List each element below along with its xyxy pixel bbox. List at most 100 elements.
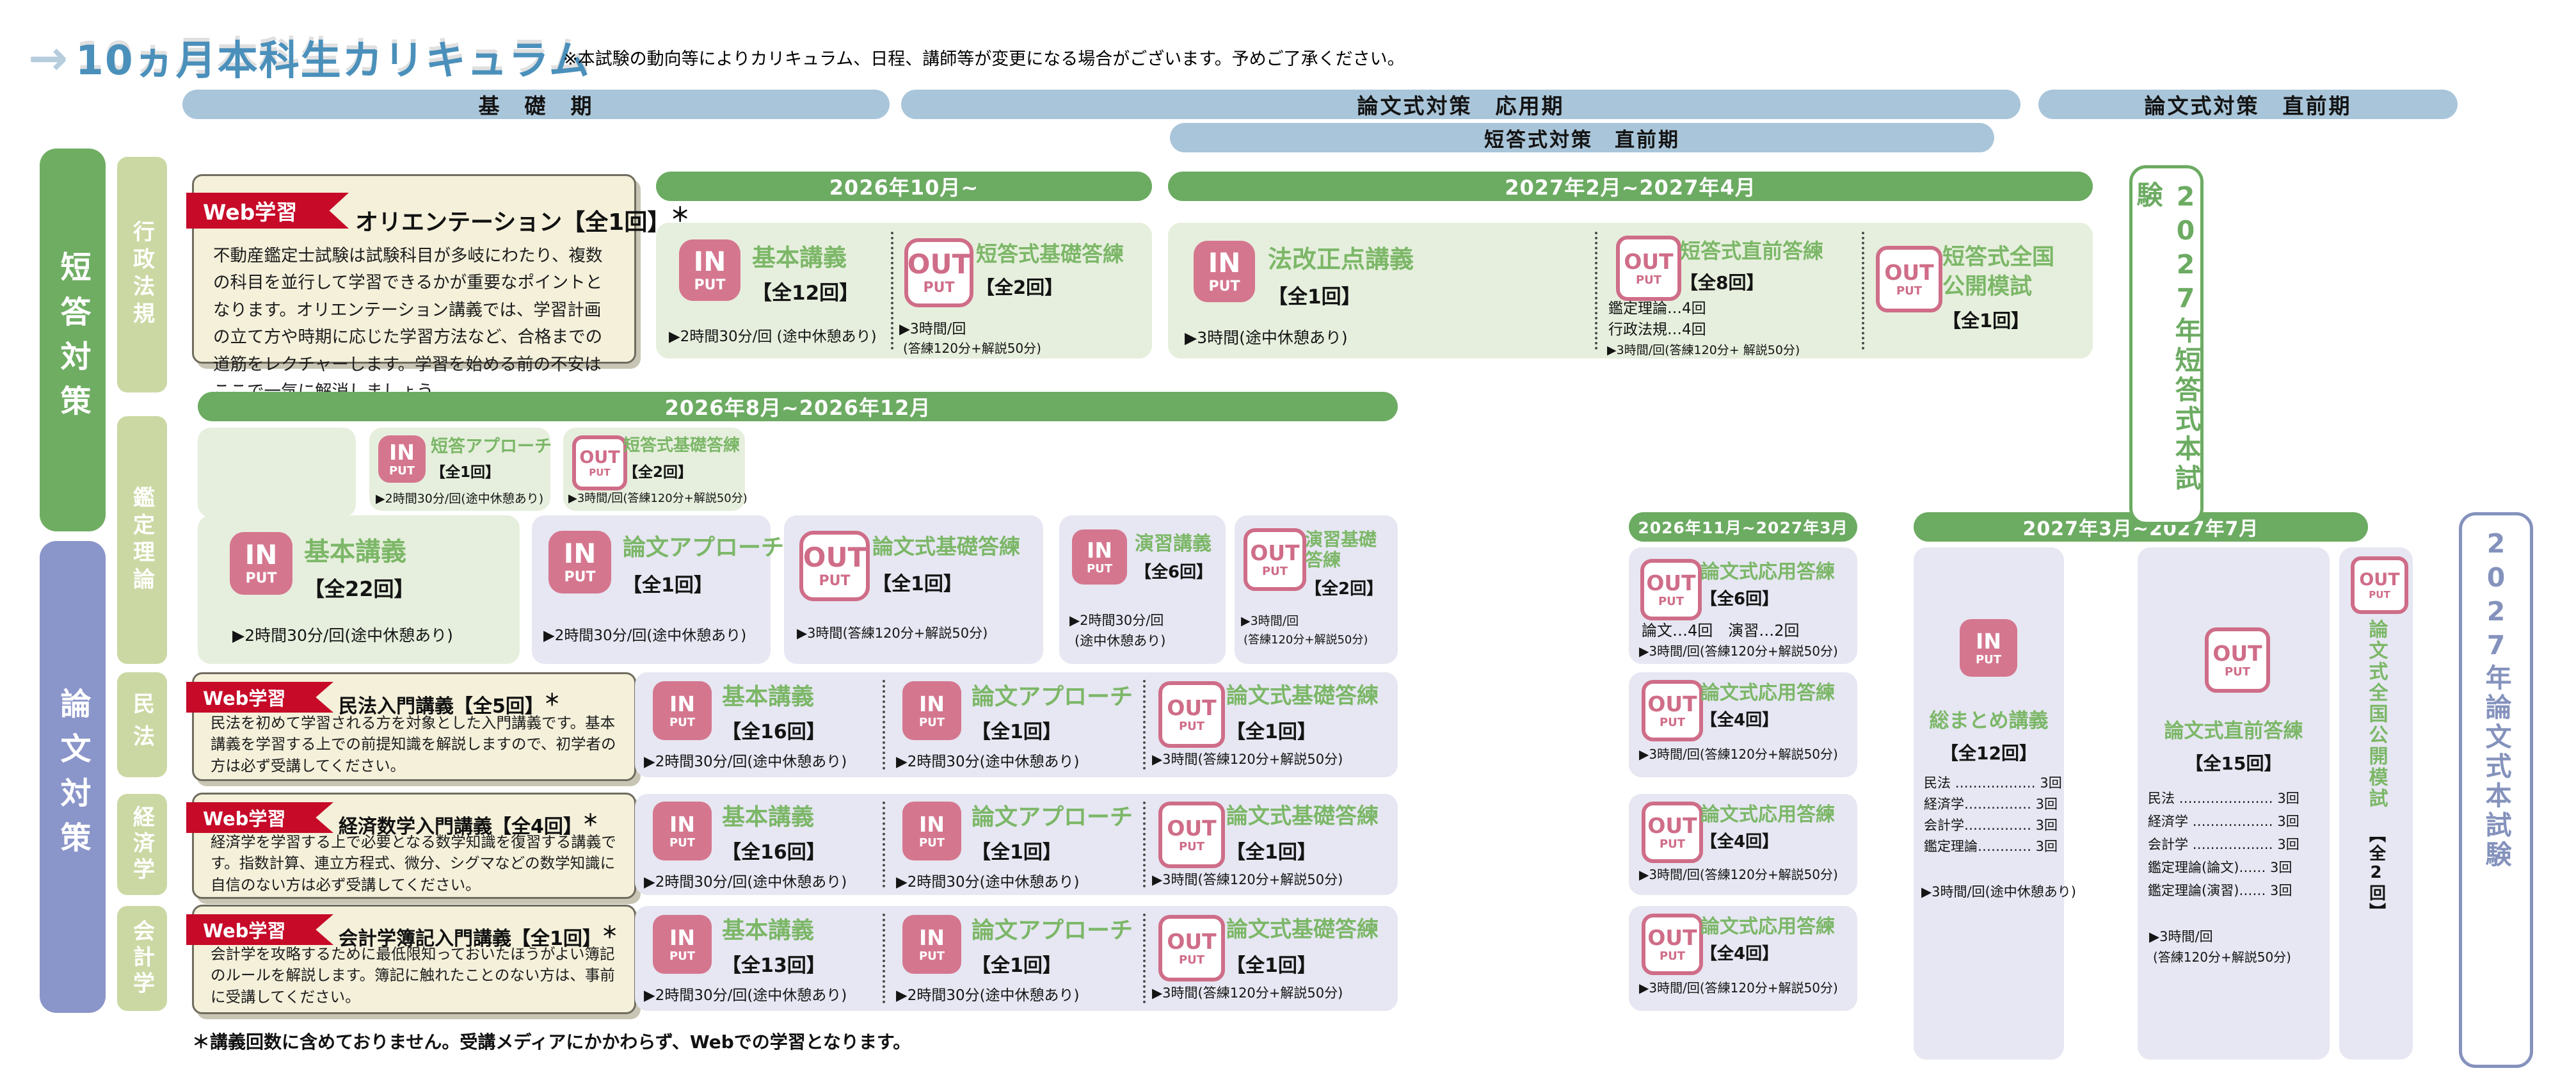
panel-kantei-kiso: OUTPUT 論文式基礎答練 【全1回】 ▶3時間(答練120分+解説50分) (784, 515, 1043, 664)
course-duration: ▶2時間30分/回(途中休憩あり) (644, 749, 847, 771)
course-count: 【全13回】 (722, 949, 826, 978)
output-badge: OUTPUT (572, 435, 627, 490)
course-duration: ▶3時間/回(答練120分+解説50分) (1639, 744, 1838, 763)
input-badge: INPUT (653, 802, 712, 860)
subject-tab-gyoseihoki: 行政法規 (117, 157, 167, 392)
webbox-title: オリエンテーション【全1回】＊ (355, 199, 690, 237)
panel-kaikei-oyo: OUTPUT 論文式応用答練 【全4回】 ▶3時間/回(答練120分+解説50分… (1629, 906, 1857, 1011)
date-bar-2026-10: 2026年10月~ (656, 172, 1152, 201)
webbox-asterisk: ＊ (602, 923, 618, 942)
course-duration: ▶2時間30分/回(途中休憩あり) (232, 623, 453, 646)
course-title-text: 論文式全国公開模試 (2365, 619, 2388, 809)
subject-label: 鑑定理論 (127, 486, 158, 595)
web-ribbon: Web学習 (186, 193, 349, 229)
course-duration: ▶3時間/回(答練120分+解説50分) (568, 489, 748, 506)
course-duration: ▶2時間30分(途中休憩あり) (896, 749, 1080, 771)
webbox-body: 会計学を攻略するために最低限知っておいたほうがよい簿記のルールを解説します。簿記… (211, 944, 618, 1008)
course-title: 演習基礎答練 (1305, 529, 1392, 570)
subject-label: 民法 (127, 692, 158, 757)
course-duration: (途中休憩あり) (1075, 631, 1165, 650)
date-bar-2026-11-2027-03: 2026年11月~2027年3月 (1629, 512, 1857, 542)
webbox-minpo: Web学習 民法入門講義【全5回】＊ 民法を初めて学習される方を対象とした入門講… (192, 672, 636, 781)
course-count: 【全12回】 (1914, 739, 2064, 765)
course-title: 基本講義 (722, 804, 814, 830)
webbox-body: 不動産鑑定士試験は試験科目が多岐にわたり、複数の科目を並行して学習できるかが重要… (213, 243, 616, 405)
course-count: 【全16回】 (722, 716, 826, 744)
course-title: 論文式基礎答練 (1226, 804, 1379, 829)
course-duration: ▶3時間(答練120分+解説50分) (1152, 983, 1343, 1002)
course-title: 短答アプローチ (431, 437, 552, 456)
phase-bar-ronbun-chokuzen: 論文式対策 直前期 (2038, 90, 2458, 119)
divider (1143, 802, 1146, 887)
course-title: 論文アプローチ (972, 917, 1133, 944)
web-ribbon: Web学習 (186, 914, 333, 945)
output-badge: OUTPUT (1876, 246, 1942, 312)
divider (1143, 680, 1146, 770)
course-detail-list: 民法 ………………… 3回 経済学 ……………… 3回 会計学 ……………… 3… (2148, 787, 2300, 902)
input-badge: INPUT (902, 681, 961, 740)
course-title: 基本講義 (752, 245, 847, 272)
panel-keizai-oyo: OUTPUT 論文式応用答練 【全4回】 ▶3時間/回(答練120分+解説50分… (1629, 794, 1857, 895)
row-keizai: INPUT 基本講義 【全16回】 ▶2時間30分/回(途中休憩あり) INPU… (635, 794, 1398, 895)
course-duration: ▶2時間30分(途中休憩あり) (896, 869, 1080, 891)
course-count: 【全1回】 (1226, 949, 1316, 978)
subject-tab-kaikeigaku: 会計学 (117, 906, 167, 1011)
input-badge: INPUT (902, 915, 961, 974)
output-badge: OUTPUT (2351, 556, 2408, 614)
panel-enshu-kiso: OUTPUT 演習基礎答練 【全2回】 ▶3時間/回 (答練120分+解説50分… (1235, 515, 1398, 664)
course-title: 総まとめ講義 (1914, 710, 2064, 733)
input-badge: INPUT (1072, 529, 1127, 585)
output-badge: OUTPUT (1244, 528, 1306, 591)
course-count: 【全1回】 (972, 949, 1062, 978)
page-title: 10ヵ月本科生カリキュラム (76, 28, 591, 86)
course-duration: ▶2時間30分(途中休憩あり) (896, 983, 1080, 1005)
input-badge: INPUT (378, 435, 426, 483)
course-duration: ▶3時間(答練120分+解説50分) (1152, 749, 1343, 768)
panel-tanto-kiso2: OUTPUT 短答式基礎答練 【全2回】 ▶3時間/回(答練120分+解説50分… (563, 428, 745, 511)
webbox-keizai: Web学習 経済数学入門講義【全4回】＊ 経済学を学習する上で必要となる数学知識… (192, 793, 636, 899)
detail-line: 鑑定理論………… 3回 (1924, 836, 2062, 857)
input-badge: INPUT (679, 239, 740, 301)
webbox-body: 民法を初めて学習される方を対象とした入門講義です。基本講義を学習する上での前提知… (211, 713, 618, 777)
course-count: 【全1回】 (431, 460, 500, 481)
course-duration: (答練120分+解説50分) (903, 338, 1041, 357)
panel-tanto-approach: INPUT 短答アプローチ 【全1回】 ▶2時間30分/回(途中休憩あり) (369, 428, 550, 511)
tab-ronbun-taisaku: 論文対策 (40, 541, 106, 1013)
course-count: 【全12回】 (752, 277, 859, 305)
input-badge: INPUT (230, 532, 292, 595)
course-count: 【全2回】 (1305, 576, 1383, 599)
detail-line: 鑑定理論(演習)…… 3回 (2148, 879, 2300, 902)
input-badge: INPUT (653, 681, 712, 740)
webbox-title-text: オリエンテーション【全1回】 (355, 209, 670, 236)
webbox-asterisk: ＊ (544, 691, 561, 710)
panel-minpo-oyo: OUTPUT 論文式応用答練 【全4回】 ▶3時間/回(答練120分+解説50分… (1629, 672, 1857, 777)
course-title: 法改正点講義 (1268, 246, 1414, 274)
output-badge: OUTPUT (1640, 559, 1702, 620)
course-title: 論文式応用答練 (1700, 916, 1835, 939)
course-count: 【全8回】 (1680, 269, 1764, 295)
detail-line: 鑑定理論(論文)…… 3回 (2148, 856, 2300, 879)
output-badge: OUTPUT (2205, 627, 2270, 693)
course-duration: ▶3時間/回(答練120分+ 解説50分) (1607, 341, 1800, 358)
divider (1143, 914, 1146, 1003)
subject-label: 行政法規 (127, 220, 158, 329)
input-badge: INPUT (1960, 619, 2017, 677)
divider (1862, 232, 1864, 350)
course-count: 【全1回】 (972, 836, 1062, 864)
course-title: 論文式応用答練 (1700, 804, 1835, 827)
course-title: 基本講義 (722, 917, 814, 944)
course-count: 【全16回】 (722, 836, 826, 864)
webbox-kaikei: Web学習 会計学簿記入門講義【全1回】＊ 会計学を攻略するために最低限知ってお… (192, 905, 636, 1014)
exam-label: 2027年短答式本試験 (2128, 168, 2205, 522)
course-title: 論文アプローチ (623, 535, 784, 561)
date-bar-2026-08-12: 2026年8月~2026年12月 (198, 392, 1398, 421)
course-duration: ▶3時間(答練120分+解説50分) (797, 623, 988, 642)
course-duration: ▶2時間30分/回(途中休憩あり) (543, 623, 746, 645)
course-duration: (答練120分+解説50分) (1244, 631, 1368, 647)
subject-label: 会計学 (127, 919, 158, 997)
disclaimer-note: ※本試験の動向等によりカリキュラム、日程、講師等が変更になる場合がございます。予… (563, 45, 1405, 70)
course-title: 論文式直前答練 (2138, 720, 2330, 743)
course-title: 演習講義 (1135, 533, 1212, 556)
course-title: 論文アプローチ (972, 684, 1133, 710)
divider (891, 232, 893, 350)
